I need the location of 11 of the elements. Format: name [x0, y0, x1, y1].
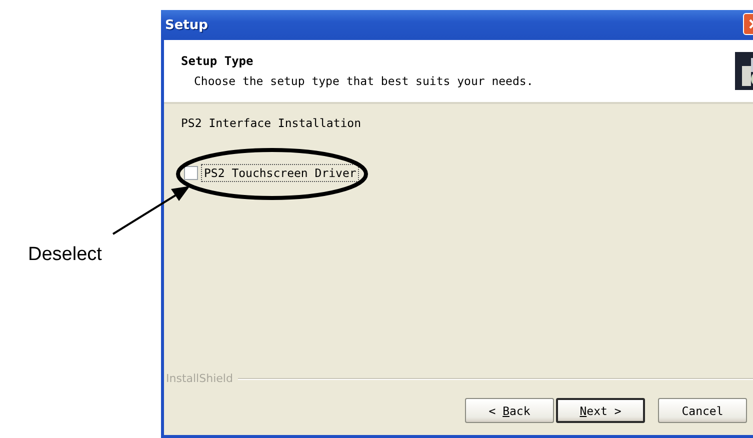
- dialog-button[interactable]: Cancel: [658, 398, 747, 423]
- header-title: Setup Type: [181, 54, 254, 68]
- window-title: Setup: [165, 18, 208, 32]
- dialog-button[interactable]: Next >: [556, 398, 645, 423]
- checkbox[interactable]: [184, 166, 198, 180]
- installshield-label: InstallShield: [166, 372, 233, 385]
- annotation-label: Deselect: [28, 244, 102, 266]
- header-subtitle: Choose the setup type that best suits your needs.: [193, 74, 534, 88]
- section-label: PS2 Interface Installation: [181, 116, 362, 130]
- checkbox-label[interactable]: PS2 Touchscreen Driver: [201, 164, 360, 182]
- dialog-button[interactable]: < Back: [465, 398, 554, 423]
